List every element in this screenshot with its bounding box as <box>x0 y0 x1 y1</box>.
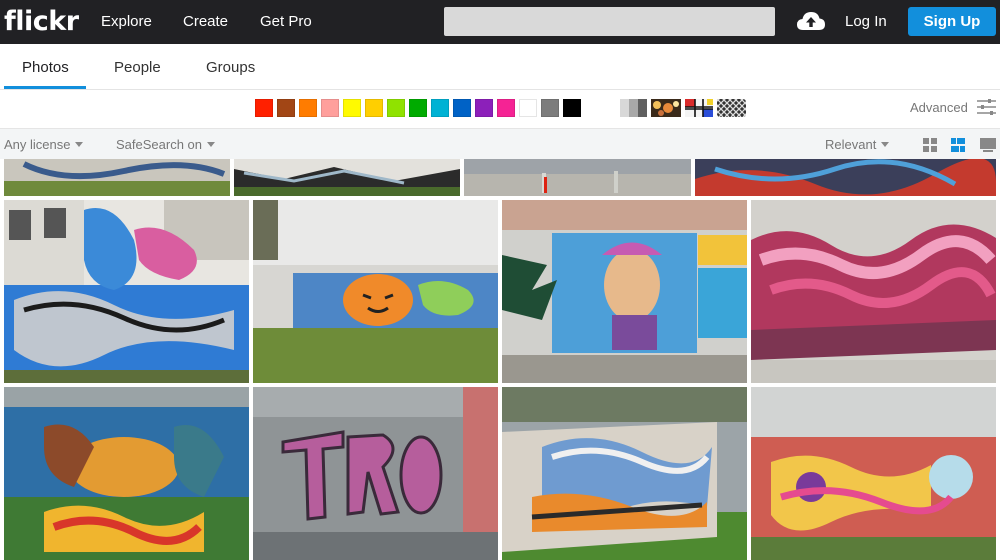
active-tab-indicator <box>4 86 86 89</box>
tab-groups[interactable]: Groups <box>206 59 255 76</box>
color-swatch[interactable] <box>387 99 405 117</box>
search-tabs: Photos People Groups <box>0 44 1000 90</box>
grid-view-icon[interactable] <box>922 137 938 153</box>
minimalist-filter-icon[interactable] <box>685 99 713 117</box>
photo-tile-graffiti-wall-top-4[interactable] <box>695 159 996 196</box>
graffiti-photo <box>464 159 691 196</box>
graffiti-photo <box>751 387 996 560</box>
photo-tile-graffiti-blue-orange[interactable] <box>502 387 747 560</box>
license-dropdown[interactable]: Any license <box>4 137 84 152</box>
color-swatch[interactable] <box>497 99 515 117</box>
photo-tile-graffiti-pink-clouds[interactable] <box>751 387 996 560</box>
color-swatch[interactable] <box>475 99 493 117</box>
color-swatch[interactable] <box>365 99 383 117</box>
nav-get-pro[interactable]: Get Pro <box>260 13 312 30</box>
advanced-search-link[interactable]: Advanced <box>910 100 968 115</box>
shallow-depth-of-field-icon[interactable] <box>651 99 681 117</box>
graffiti-photo <box>253 387 498 560</box>
photo-tile-graffiti-trons[interactable] <box>253 387 498 560</box>
graffiti-photo <box>502 387 747 560</box>
chevron-down-icon <box>75 142 84 147</box>
graffiti-photo <box>751 200 996 383</box>
color-swatch[interactable] <box>519 99 537 117</box>
patterns-filter-icon[interactable] <box>717 99 746 117</box>
graffiti-photo <box>4 387 249 560</box>
graffiti-photo <box>4 200 249 383</box>
single-view-icon[interactable] <box>979 137 997 153</box>
justified-view-icon[interactable] <box>950 137 966 153</box>
signup-button[interactable]: Sign Up <box>908 7 996 36</box>
sliders-icon[interactable] <box>977 98 996 116</box>
photo-tile-graffiti-wall-top-3[interactable] <box>464 159 691 196</box>
top-navigation-bar: flickr Explore Create Get Pro Log In Sig… <box>0 0 1000 44</box>
color-swatch[interactable] <box>431 99 449 117</box>
safesearch-label: SafeSearch on <box>116 137 203 152</box>
chevron-down-icon <box>881 142 890 147</box>
black-and-white-filter-icon[interactable] <box>620 99 647 117</box>
graffiti-photo <box>4 159 230 196</box>
tab-people[interactable]: People <box>114 59 161 76</box>
sort-label: Relevant <box>825 137 877 152</box>
color-swatch[interactable] <box>343 99 361 117</box>
search-input[interactable] <box>444 7 775 36</box>
photo-tile-graffiti-wall-top-2[interactable] <box>234 159 460 196</box>
photo-tile-graffiti-tiger[interactable] <box>253 200 498 383</box>
color-swatch[interactable] <box>255 99 273 117</box>
photo-tile-graffiti-character[interactable] <box>502 200 747 383</box>
login-link[interactable]: Log In <box>845 13 887 30</box>
sort-dropdown[interactable]: Relevant <box>825 137 890 152</box>
color-swatch[interactable] <box>563 99 581 117</box>
color-swatch[interactable] <box>453 99 471 117</box>
tab-photos[interactable]: Photos <box>22 59 69 76</box>
color-swatch[interactable] <box>299 99 317 117</box>
graffiti-photo <box>234 159 460 196</box>
upload-cloud-icon[interactable] <box>796 10 826 32</box>
flickr-logo[interactable]: flickr <box>4 6 79 37</box>
safesearch-dropdown[interactable]: SafeSearch on <box>116 137 216 152</box>
photo-tile-graffiti-pink-letters[interactable] <box>751 200 996 383</box>
graffiti-photo <box>253 200 498 383</box>
chevron-down-icon <box>207 142 216 147</box>
color-swatch[interactable] <box>277 99 295 117</box>
nav-explore[interactable]: Explore <box>101 13 152 30</box>
photo-tile-graffiti-mural-figures[interactable] <box>4 387 249 560</box>
photo-tile-graffiti-wall-top-1[interactable] <box>4 159 230 196</box>
graffiti-photo <box>502 200 747 383</box>
graffiti-photo <box>695 159 996 196</box>
license-label: Any license <box>4 137 71 152</box>
color-swatch[interactable] <box>541 99 559 117</box>
color-filter-bar: Advanced <box>0 90 1000 128</box>
nav-create[interactable]: Create <box>183 13 228 30</box>
search-filter-bar: Any license SafeSearch on Relevant <box>0 128 1000 159</box>
color-swatch[interactable] <box>409 99 427 117</box>
color-swatch[interactable] <box>321 99 339 117</box>
photo-tile-graffiti-blue-building[interactable] <box>4 200 249 383</box>
